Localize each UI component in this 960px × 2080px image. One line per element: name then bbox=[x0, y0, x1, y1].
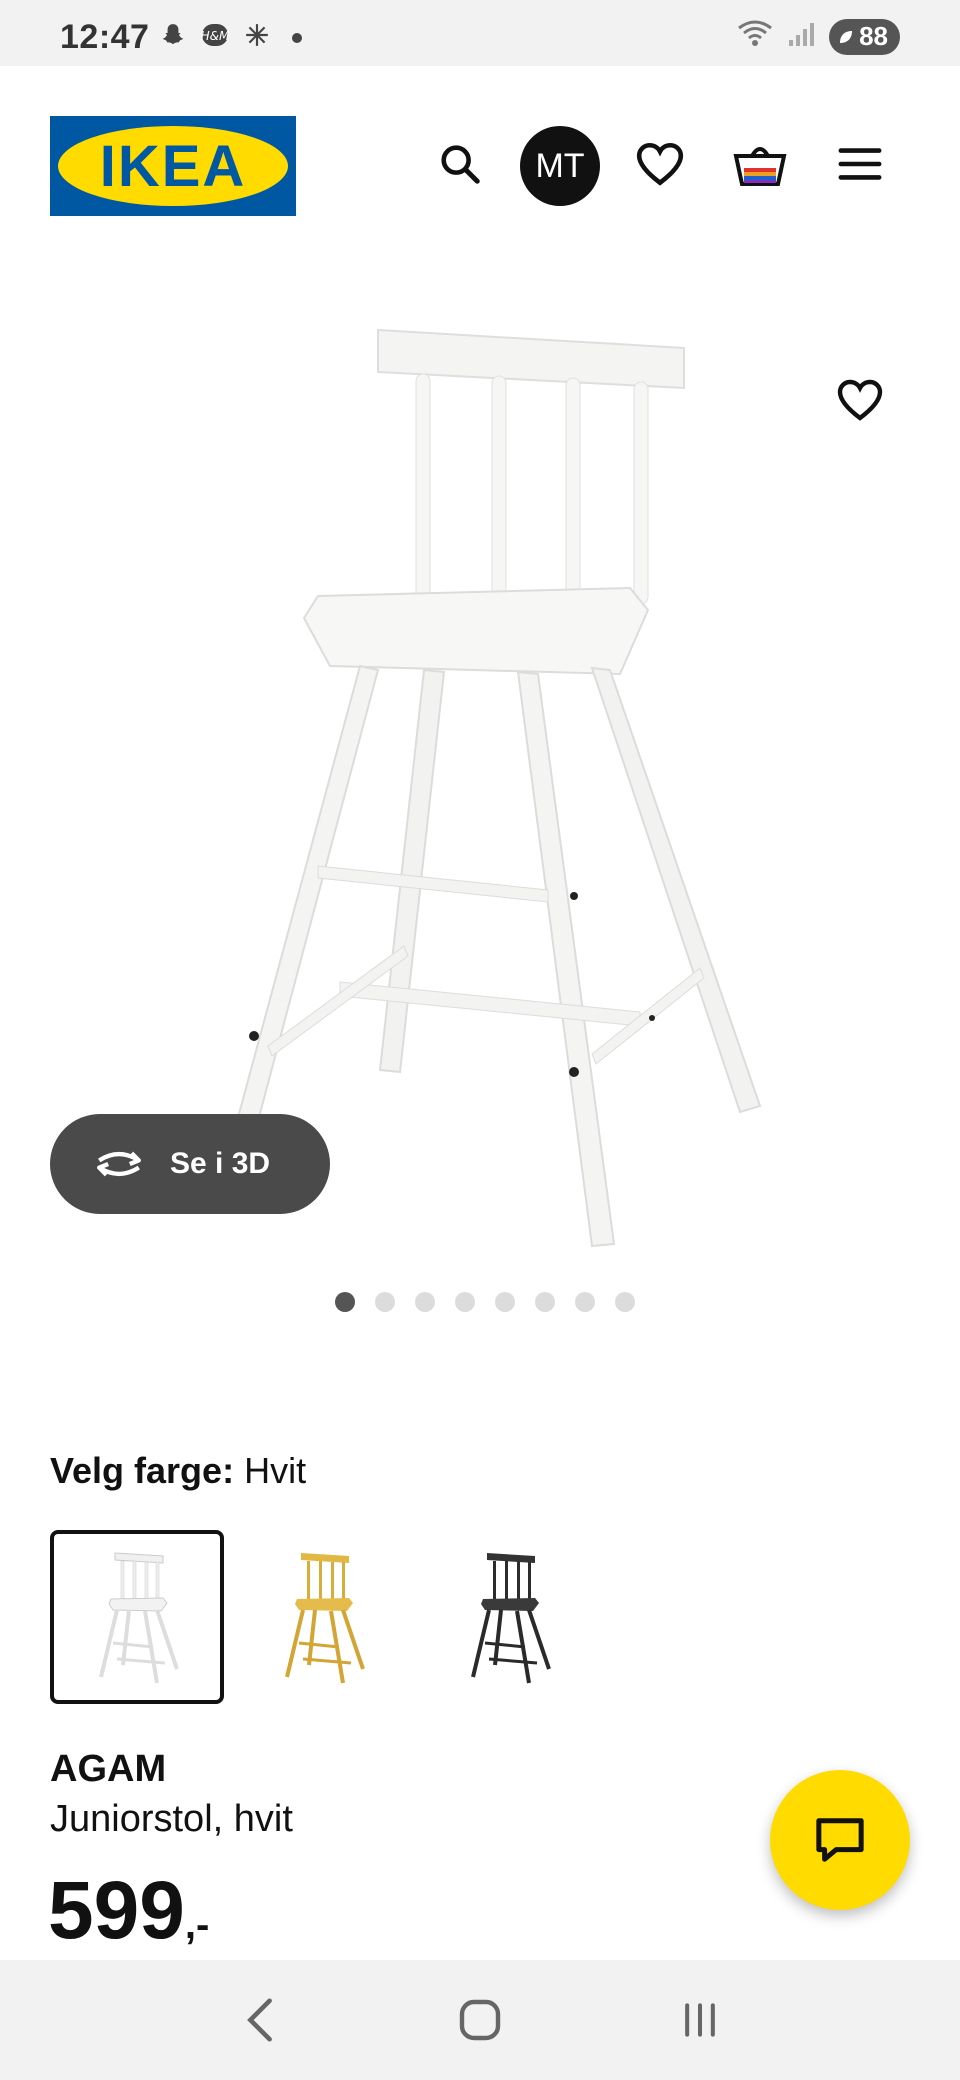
hamburger-menu-icon bbox=[838, 148, 882, 180]
gallery-dot[interactable] bbox=[535, 1292, 555, 1312]
product-price: 599 ,- bbox=[48, 1864, 209, 1958]
view-in-3d-button[interactable]: Se i 3D bbox=[50, 1114, 330, 1214]
product-description: Juniorstol, hvit bbox=[50, 1798, 293, 1840]
status-time: 12:47 bbox=[60, 18, 150, 56]
account-avatar-button[interactable]: MT bbox=[520, 126, 600, 206]
search-icon bbox=[441, 145, 480, 184]
gallery-dot[interactable] bbox=[335, 1292, 355, 1312]
color-swatch-yellow[interactable] bbox=[236, 1530, 410, 1704]
color-swatch-black[interactable] bbox=[422, 1530, 596, 1704]
home-button[interactable] bbox=[440, 1980, 520, 2060]
gallery-dot[interactable] bbox=[375, 1292, 395, 1312]
logo-text: IKEA bbox=[99, 133, 247, 199]
chat-bubble-icon bbox=[816, 1818, 864, 1862]
menu-button[interactable] bbox=[828, 132, 892, 196]
heart-icon bbox=[636, 142, 684, 186]
color-swatch-white[interactable] bbox=[50, 1530, 224, 1704]
leaf-icon bbox=[840, 30, 853, 43]
color-label-prefix: Velg farge: bbox=[50, 1450, 235, 1491]
gallery-pagination bbox=[0, 1292, 960, 1316]
selected-color-value: Hvit bbox=[244, 1450, 307, 1491]
gallery-dot[interactable] bbox=[575, 1292, 595, 1312]
gallery-dot[interactable] bbox=[455, 1292, 475, 1312]
more-notifications-dot bbox=[292, 32, 302, 43]
view-in-3d-label: Se i 3D bbox=[170, 1147, 271, 1180]
svg-text:H&M: H&M bbox=[201, 29, 230, 43]
ikea-logo[interactable]: IKEA bbox=[50, 116, 296, 216]
chair-thumbnail-white bbox=[99, 1552, 179, 1684]
battery-level: 88 bbox=[859, 21, 888, 51]
notification-icons: H&M bbox=[160, 22, 302, 53]
add-to-favourites-button[interactable] bbox=[830, 370, 890, 430]
shopping-bag-icon bbox=[733, 147, 787, 186]
product-name: AGAM bbox=[50, 1748, 167, 1790]
price-suffix: ,- bbox=[184, 1903, 210, 1947]
chair-thumbnail-yellow bbox=[285, 1553, 365, 1684]
status-bar: 12:47 H&M 88 bbox=[0, 0, 960, 66]
price-amount: 599 bbox=[48, 1865, 185, 1956]
gallery-dot[interactable] bbox=[615, 1292, 635, 1312]
site-header: IKEA MT bbox=[0, 66, 960, 266]
gallery-dot[interactable] bbox=[415, 1292, 435, 1312]
wifi-icon bbox=[735, 18, 775, 55]
chat-button[interactable] bbox=[770, 1770, 910, 1910]
snowflake-icon bbox=[244, 22, 270, 53]
signal-icon bbox=[787, 20, 817, 53]
battery-indicator: 88 bbox=[829, 18, 900, 55]
heart-icon bbox=[837, 379, 883, 421]
system-status: 88 bbox=[735, 18, 900, 55]
snapchat-icon bbox=[160, 22, 186, 53]
back-button[interactable] bbox=[220, 1980, 300, 2060]
favourites-button[interactable] bbox=[628, 132, 692, 196]
rotate-3d-icon bbox=[97, 1151, 141, 1177]
recent-apps-button[interactable] bbox=[660, 1980, 740, 2060]
home-square-icon bbox=[459, 1999, 501, 2041]
back-chevron-icon bbox=[247, 1998, 272, 2042]
cart-button[interactable] bbox=[728, 132, 792, 196]
color-swatches bbox=[50, 1530, 596, 1704]
chair-thumbnail-black bbox=[471, 1553, 551, 1684]
recent-apps-icon bbox=[685, 2003, 715, 2037]
search-button[interactable] bbox=[428, 132, 492, 196]
color-picker-label: Velg farge: Hvit bbox=[50, 1450, 306, 1492]
gallery-dot[interactable] bbox=[495, 1292, 515, 1312]
hm-icon: H&M bbox=[200, 22, 230, 53]
system-navigation-bar bbox=[0, 1960, 960, 2080]
